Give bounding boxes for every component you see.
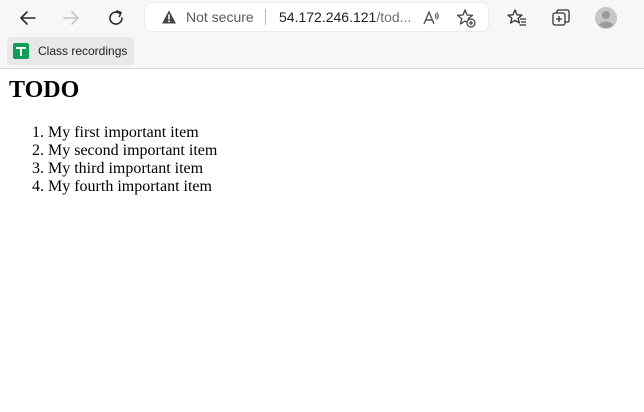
list-item-text: My second important item <box>48 142 218 159</box>
list-item: 1. My first important item <box>32 124 217 142</box>
browser-toolbar: Not secure 54.172.246.121/tod... <box>0 0 644 34</box>
add-favorite-star-icon <box>456 9 476 28</box>
list-item: 3. My third important item <box>32 160 217 178</box>
bookmark-label: Class recordings <box>38 44 128 58</box>
list-item: 4. My fourth important item <box>32 178 217 196</box>
url-path: /tod... <box>376 9 412 25</box>
security-label[interactable]: Not secure <box>186 9 254 25</box>
favorites-icon <box>507 9 526 26</box>
page-content: TODO 1. My first important item 2. My seco… <box>0 69 644 412</box>
forward-arrow-icon <box>63 11 79 25</box>
url-host: 54.172.246.121 <box>279 9 377 25</box>
url-text[interactable]: 54.172.246.121/tod... <box>279 9 411 25</box>
list-item-text: My first important item <box>48 124 199 141</box>
bookmark-class-recordings[interactable]: Class recordings <box>7 37 134 65</box>
read-aloud-icon <box>423 11 439 25</box>
list-item-text: My fourth important item <box>48 178 212 195</box>
profile-button[interactable] <box>592 4 620 32</box>
add-favorite-button[interactable] <box>452 4 480 32</box>
refresh-button[interactable] <box>102 4 130 32</box>
list-item-text: My third important item <box>48 160 204 177</box>
bookmarks-bar: Class recordings <box>0 34 644 69</box>
list-item-number: 2. <box>32 142 44 159</box>
google-sheets-icon <box>13 43 29 59</box>
back-button[interactable] <box>14 4 42 32</box>
todo-list: 1. My first important item 2. My second im… <box>32 124 218 196</box>
collections-button[interactable] <box>547 4 575 32</box>
forward-button[interactable] <box>57 4 85 32</box>
warning-icon[interactable] <box>161 9 177 30</box>
back-arrow-icon <box>20 11 36 25</box>
read-aloud-button[interactable] <box>417 4 445 32</box>
favorites-button[interactable] <box>503 4 531 32</box>
list-item-number: 3. <box>32 160 44 177</box>
page-title: TODO <box>9 77 80 103</box>
collections-icon <box>552 9 570 26</box>
address-divider <box>265 9 266 25</box>
list-item: 2. My second important item <box>32 142 218 160</box>
list-item-number: 4. <box>32 178 44 195</box>
list-item-number: 1. <box>32 124 44 141</box>
refresh-icon <box>109 10 123 25</box>
profile-avatar-icon <box>595 7 617 29</box>
browser-window: Not secure 54.172.246.121/tod... Class r… <box>0 0 644 412</box>
